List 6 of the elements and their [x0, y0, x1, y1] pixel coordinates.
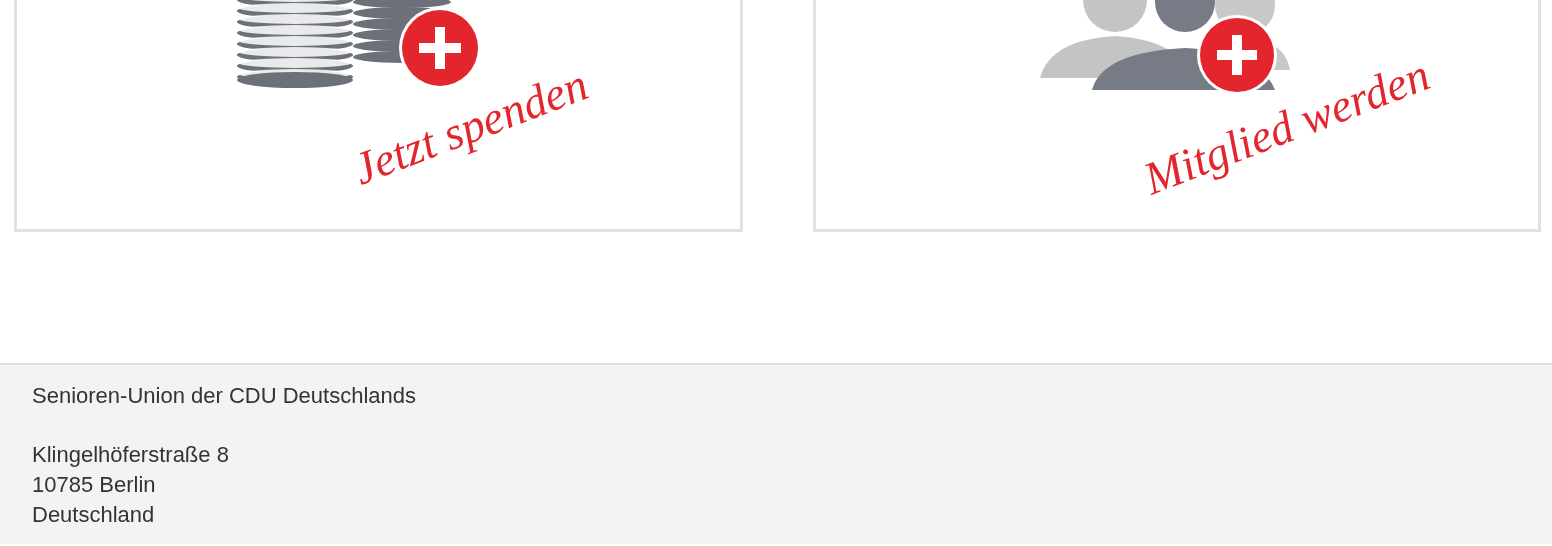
address-line: 10785 Berlin — [32, 471, 157, 499]
organization-name: Senioren-Union der CDU Deutschlands — [32, 382, 417, 410]
card-caption: Jetzt spenden — [345, 57, 595, 196]
promo-card[interactable]: Jetzt spenden — [14, 0, 743, 232]
address-line: Klingelhöferstraße 8 — [32, 441, 230, 469]
address-line: Deutschland — [32, 501, 156, 529]
